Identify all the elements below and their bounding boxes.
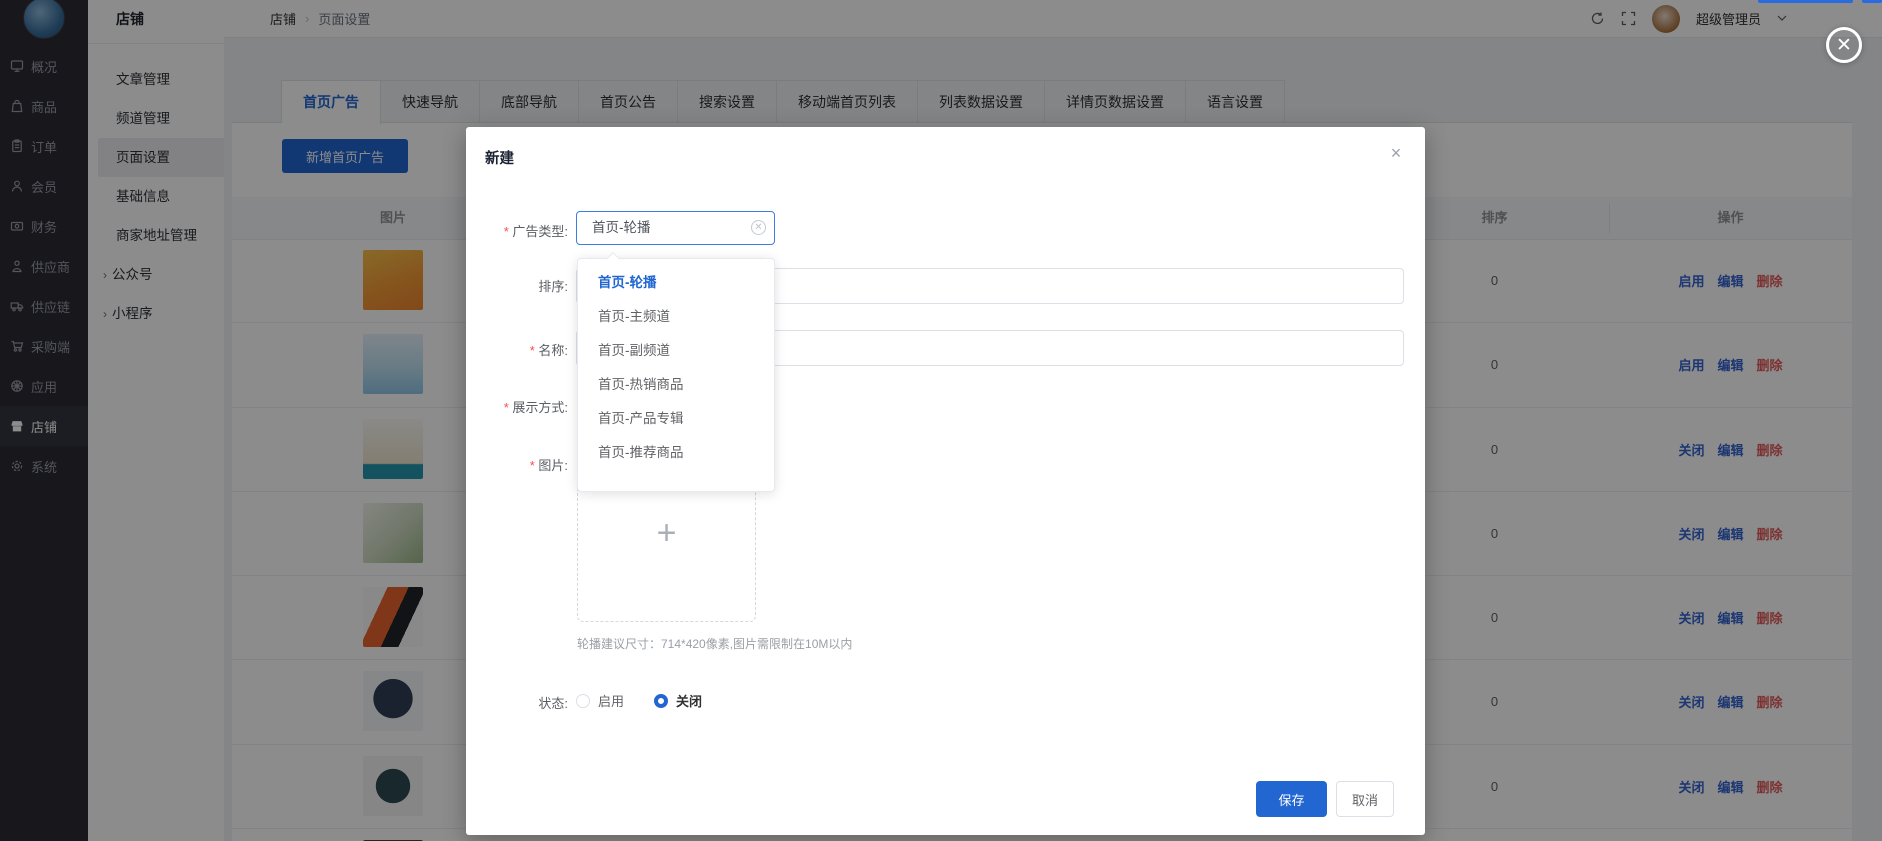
- dropdown-option-hot-goods[interactable]: 首页-热销商品: [578, 368, 774, 402]
- dialog-close-icon[interactable]: ×: [1384, 141, 1408, 165]
- image-label: 图片:: [466, 455, 568, 474]
- dialog-title: 新建: [485, 147, 514, 168]
- dropdown-option-recommended-goods[interactable]: 首页-推荐商品: [578, 436, 774, 470]
- radio-checked-icon: [654, 694, 668, 708]
- name-label: 名称:: [466, 340, 568, 359]
- dropdown-option-sub-channel[interactable]: 首页-副频道: [578, 334, 774, 368]
- status-label: 状态:: [466, 693, 568, 712]
- save-button[interactable]: 保存: [1256, 781, 1327, 817]
- radio-label: 关闭: [676, 691, 702, 710]
- ad-type-select[interactable]: 首页-轮播 ✕: [576, 211, 775, 245]
- status-radio-group: 启用 关闭: [576, 691, 732, 710]
- top-bar-decoration: [1862, 0, 1882, 3]
- floating-close-button[interactable]: ✕: [1826, 27, 1862, 63]
- radio-label: 启用: [598, 691, 624, 710]
- display-mode-label: 展示方式:: [466, 397, 568, 416]
- plus-icon: +: [657, 516, 677, 550]
- ad-type-selected-value: 首页-轮播: [592, 212, 651, 243]
- clear-selection-icon[interactable]: ✕: [751, 220, 766, 235]
- status-radio-enable[interactable]: 启用: [576, 691, 624, 710]
- app-root: 概况 商品 订单 会员 财务 供应商: [0, 0, 1882, 841]
- dropdown-option-carousel[interactable]: 首页-轮播: [578, 266, 774, 300]
- ad-type-dropdown: 首页-轮播 首页-主频道 首页-副频道 首页-热销商品 首页-产品专辑 首页-推…: [577, 258, 775, 492]
- upload-hint-text: 轮播建议尺寸：714*420像素,图片需限制在10M以内: [577, 635, 852, 652]
- dialog-footer: 保存 取消: [466, 781, 1425, 817]
- new-ad-dialog: 新建 × 广告类型: 首页-轮播 ✕ 排序: 名称: 展示方式: 图片: + 轮…: [466, 127, 1425, 835]
- sort-label: 排序:: [466, 276, 568, 295]
- top-bar-decoration: [1758, 0, 1853, 3]
- status-radio-disable[interactable]: 关闭: [654, 691, 702, 710]
- ad-type-label: 广告类型:: [466, 221, 568, 240]
- dropdown-arrow: [606, 252, 620, 266]
- radio-icon: [576, 694, 590, 708]
- cancel-button[interactable]: 取消: [1336, 781, 1394, 817]
- dropdown-option-product-album[interactable]: 首页-产品专辑: [578, 402, 774, 436]
- dropdown-option-main-channel[interactable]: 首页-主频道: [578, 300, 774, 334]
